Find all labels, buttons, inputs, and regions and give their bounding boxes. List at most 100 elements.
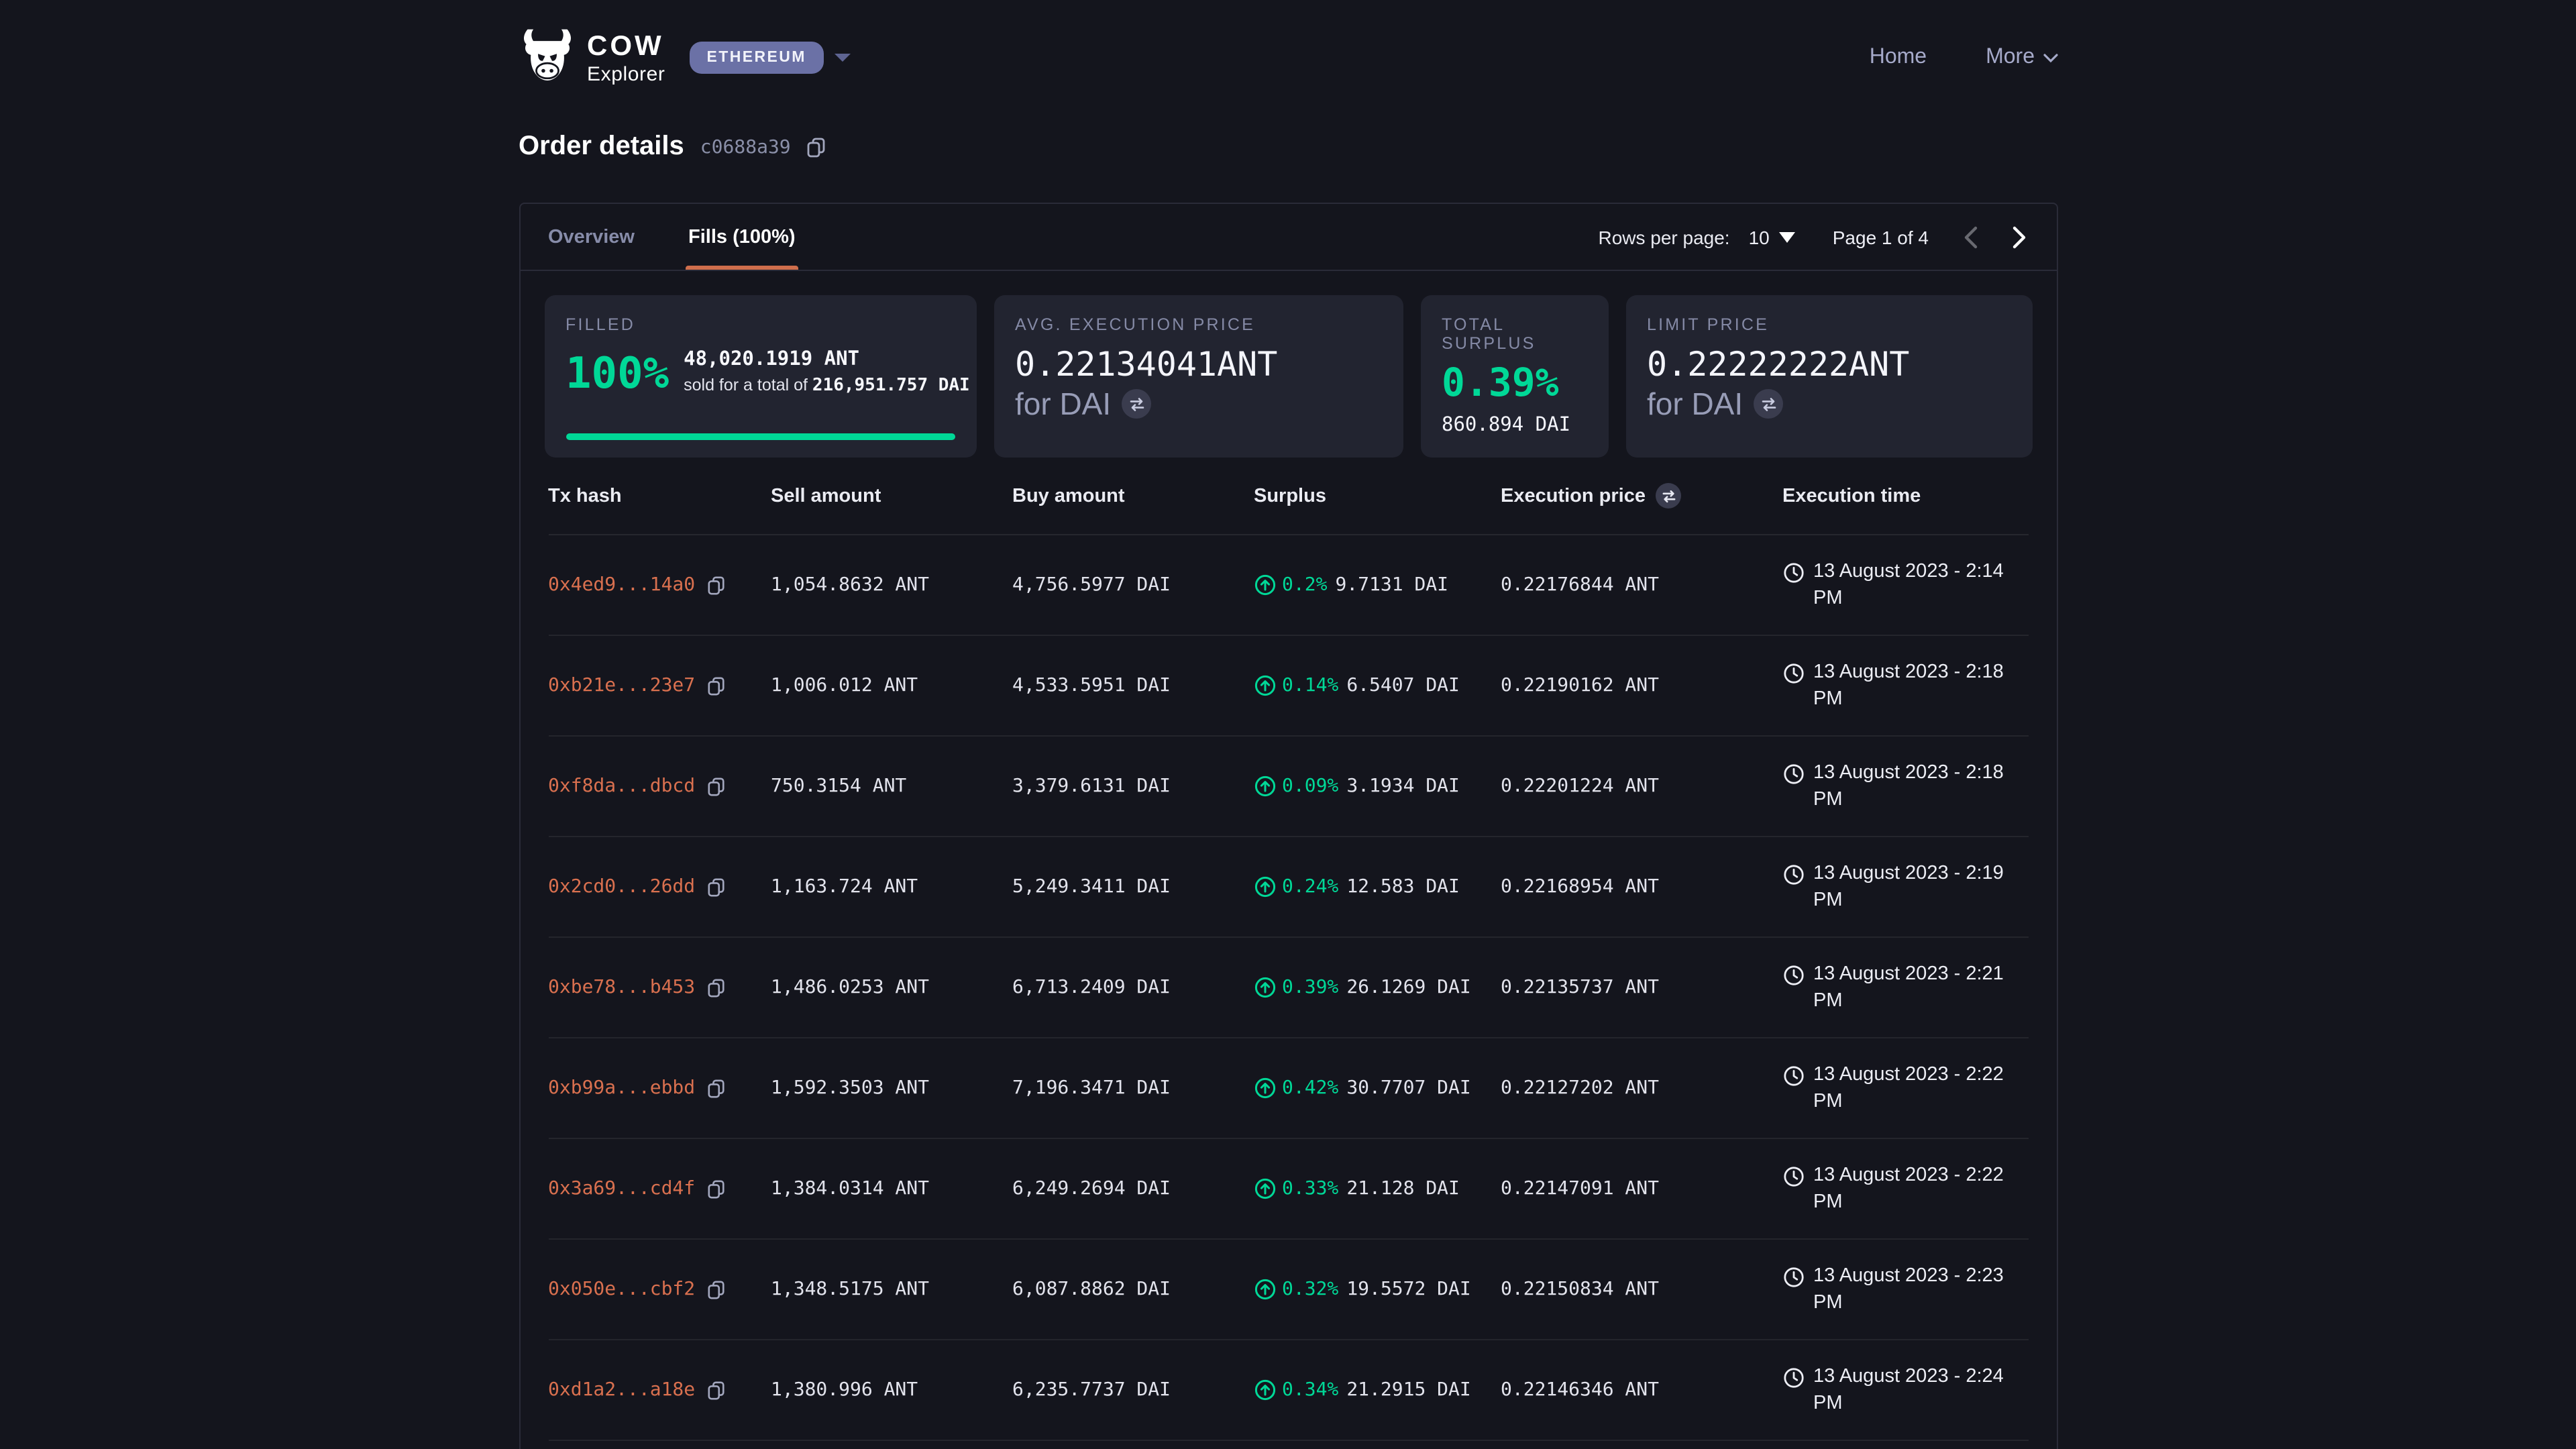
next-page-button[interactable] bbox=[2010, 225, 2028, 249]
tx-hash-link[interactable]: 0x050e...cbf2 bbox=[548, 1279, 695, 1300]
limit-price-quote: for DAI bbox=[1647, 386, 1743, 423]
total-surplus-amount: 860.894 DAI bbox=[1442, 415, 1587, 436]
pagination-controls: Rows per page: 10 Page 1 of 4 bbox=[1598, 225, 2028, 249]
fills-table: Tx hash Sell amount Buy amount Surplus E… bbox=[520, 458, 2056, 1441]
surplus-cell: 0.42% 30.7707 DAI bbox=[1254, 1077, 1501, 1099]
tab-overview[interactable]: Overview bbox=[548, 204, 635, 270]
buy-amount: 6,087.8862 DAI bbox=[1012, 1279, 1254, 1300]
tx-hash-link[interactable]: 0x4ed9...14a0 bbox=[548, 574, 695, 596]
tab-fills[interactable]: Fills (100%) bbox=[688, 204, 796, 270]
execution-time: 13 August 2023 - 2:23 PM bbox=[1813, 1262, 2010, 1316]
execution-price: 0.22127202 ANT bbox=[1501, 1077, 1782, 1099]
tx-hash-link[interactable]: 0xbe78...b453 bbox=[548, 977, 695, 998]
nav-item-more[interactable]: More bbox=[1986, 46, 2057, 70]
execution-time-cell: 13 August 2023 - 2:23 PM bbox=[1782, 1262, 2010, 1316]
copy-order-id-button[interactable] bbox=[807, 136, 827, 158]
execution-time: 13 August 2023 - 2:22 PM bbox=[1813, 1161, 2010, 1216]
table-header: Tx hash Sell amount Buy amount Surplus E… bbox=[548, 458, 2028, 535]
tabs-row: Overview Fills (100%) Rows per page: 10 … bbox=[520, 204, 2056, 271]
nav-item-home[interactable]: Home bbox=[1870, 46, 1927, 70]
buy-amount: 4,533.5951 DAI bbox=[1012, 675, 1254, 696]
invert-limit-price-button[interactable] bbox=[1754, 390, 1783, 419]
cow-explorer-logo[interactable]: COW Explorer bbox=[519, 28, 665, 88]
logo-text-cow: COW bbox=[587, 32, 665, 60]
buy-amount: 6,235.7737 DAI bbox=[1012, 1379, 1254, 1401]
buy-amount: 7,196.3471 DAI bbox=[1012, 1077, 1254, 1099]
buy-amount: 6,249.2694 DAI bbox=[1012, 1178, 1254, 1199]
execution-price: 0.22201224 ANT bbox=[1501, 775, 1782, 797]
surplus-percent: 0.32% bbox=[1282, 1279, 1338, 1300]
column-tx-hash: Tx hash bbox=[548, 485, 771, 506]
network-selector[interactable]: ETHEREUM bbox=[690, 42, 851, 74]
surplus-up-icon bbox=[1254, 574, 1275, 596]
surplus-percent: 0.34% bbox=[1282, 1379, 1338, 1401]
rows-per-page-select[interactable]: 10 bbox=[1749, 226, 1795, 248]
copy-tx-hash-button[interactable] bbox=[707, 877, 726, 897]
limit-price-card: LIMIT PRICE 0.22222222ANT for DAI bbox=[1625, 295, 2032, 458]
surplus-amount: 21.2915 DAI bbox=[1346, 1379, 1470, 1401]
execution-price: 0.22176844 ANT bbox=[1501, 574, 1782, 596]
surplus-amount: 12.583 DAI bbox=[1346, 876, 1460, 898]
previous-page-button[interactable] bbox=[1961, 225, 1978, 249]
copy-icon bbox=[707, 776, 726, 796]
table-row: 0xb99a...ebbd 1,592.3503 ANT 7,196.3471 … bbox=[548, 1038, 2028, 1139]
invert-execution-price-button[interactable] bbox=[1656, 483, 1682, 508]
sell-amount: 1,384.0314 ANT bbox=[771, 1178, 1012, 1199]
surplus-percent: 0.39% bbox=[1282, 977, 1338, 998]
copy-tx-hash-button[interactable] bbox=[707, 776, 726, 796]
surplus-cell: 0.39% 26.1269 DAI bbox=[1254, 977, 1501, 998]
copy-icon bbox=[807, 136, 827, 158]
buy-amount: 3,379.6131 DAI bbox=[1012, 775, 1254, 797]
tx-hash-link[interactable]: 0xd1a2...a18e bbox=[548, 1379, 695, 1401]
copy-icon bbox=[707, 1380, 726, 1400]
copy-tx-hash-button[interactable] bbox=[707, 575, 726, 595]
table-row: 0x2cd0...26dd 1,163.724 ANT 5,249.3411 D… bbox=[548, 837, 2028, 938]
logo-text-explorer: Explorer bbox=[587, 64, 665, 84]
execution-price: 0.22190162 ANT bbox=[1501, 675, 1782, 696]
execution-time-cell: 13 August 2023 - 2:24 PM bbox=[1782, 1362, 2010, 1417]
copy-tx-hash-button[interactable] bbox=[707, 1279, 726, 1299]
surplus-amount: 30.7707 DAI bbox=[1346, 1077, 1470, 1099]
page-title: Order details bbox=[519, 131, 684, 162]
copy-icon bbox=[707, 877, 726, 897]
filled-amount: 48,020.1919 ANT bbox=[684, 347, 970, 374]
execution-time-cell: 13 August 2023 - 2:22 PM bbox=[1782, 1061, 2010, 1115]
copy-tx-hash-button[interactable] bbox=[707, 1179, 726, 1199]
table-row: 0xf8da...dbcd 750.3154 ANT 3,379.6131 DA… bbox=[548, 737, 2028, 837]
clock-icon bbox=[1782, 863, 1804, 885]
sell-amount: 1,380.996 ANT bbox=[771, 1379, 1012, 1401]
avg-execution-price-value: 0.22134041ANT bbox=[1015, 346, 1381, 385]
tx-hash-link[interactable]: 0x3a69...cd4f bbox=[548, 1178, 695, 1199]
copy-tx-hash-button[interactable] bbox=[707, 977, 726, 998]
execution-time: 13 August 2023 - 2:18 PM bbox=[1813, 759, 2010, 813]
tx-hash-link[interactable]: 0xf8da...dbcd bbox=[548, 775, 695, 797]
chevron-left-icon bbox=[1961, 225, 1978, 249]
sell-amount: 750.3154 ANT bbox=[771, 775, 1012, 797]
network-badge[interactable]: ETHEREUM bbox=[690, 42, 824, 74]
filled-subtext: sold for a total of 216,951.757 DAI bbox=[684, 374, 970, 397]
chevron-down-icon bbox=[835, 54, 851, 62]
copy-icon bbox=[707, 1179, 726, 1199]
table-row: 0x3a69...cd4f 1,384.0314 ANT 6,249.2694 … bbox=[548, 1139, 2028, 1240]
surplus-cell: 0.33% 21.128 DAI bbox=[1254, 1178, 1501, 1199]
tx-hash-link[interactable]: 0xb99a...ebbd bbox=[548, 1077, 695, 1099]
column-buy-amount: Buy amount bbox=[1012, 485, 1254, 506]
copy-tx-hash-button[interactable] bbox=[707, 1380, 726, 1400]
copy-icon bbox=[707, 1279, 726, 1299]
filled-card: FILLED 100% 48,020.1919 ANT sold for a t… bbox=[544, 295, 976, 458]
sell-amount: 1,592.3503 ANT bbox=[771, 1077, 1012, 1099]
copy-tx-hash-button[interactable] bbox=[707, 676, 726, 696]
buy-amount: 6,713.2409 DAI bbox=[1012, 977, 1254, 998]
surplus-percent: 0.09% bbox=[1282, 775, 1338, 797]
column-surplus: Surplus bbox=[1254, 485, 1501, 506]
avg-execution-price-label: AVG. EXECUTION PRICE bbox=[1015, 315, 1381, 334]
clock-icon bbox=[1782, 964, 1804, 985]
sell-amount: 1,486.0253 ANT bbox=[771, 977, 1012, 998]
execution-price: 0.22168954 ANT bbox=[1501, 876, 1782, 898]
table-row: 0xd1a2...a18e 1,380.996 ANT 6,235.7737 D… bbox=[548, 1340, 2028, 1441]
tx-hash-link[interactable]: 0xb21e...23e7 bbox=[548, 675, 695, 696]
order-panel: Overview Fills (100%) Rows per page: 10 … bbox=[519, 203, 2057, 1449]
copy-tx-hash-button[interactable] bbox=[707, 1078, 726, 1098]
invert-price-button[interactable] bbox=[1122, 390, 1151, 419]
tx-hash-link[interactable]: 0x2cd0...26dd bbox=[548, 876, 695, 898]
